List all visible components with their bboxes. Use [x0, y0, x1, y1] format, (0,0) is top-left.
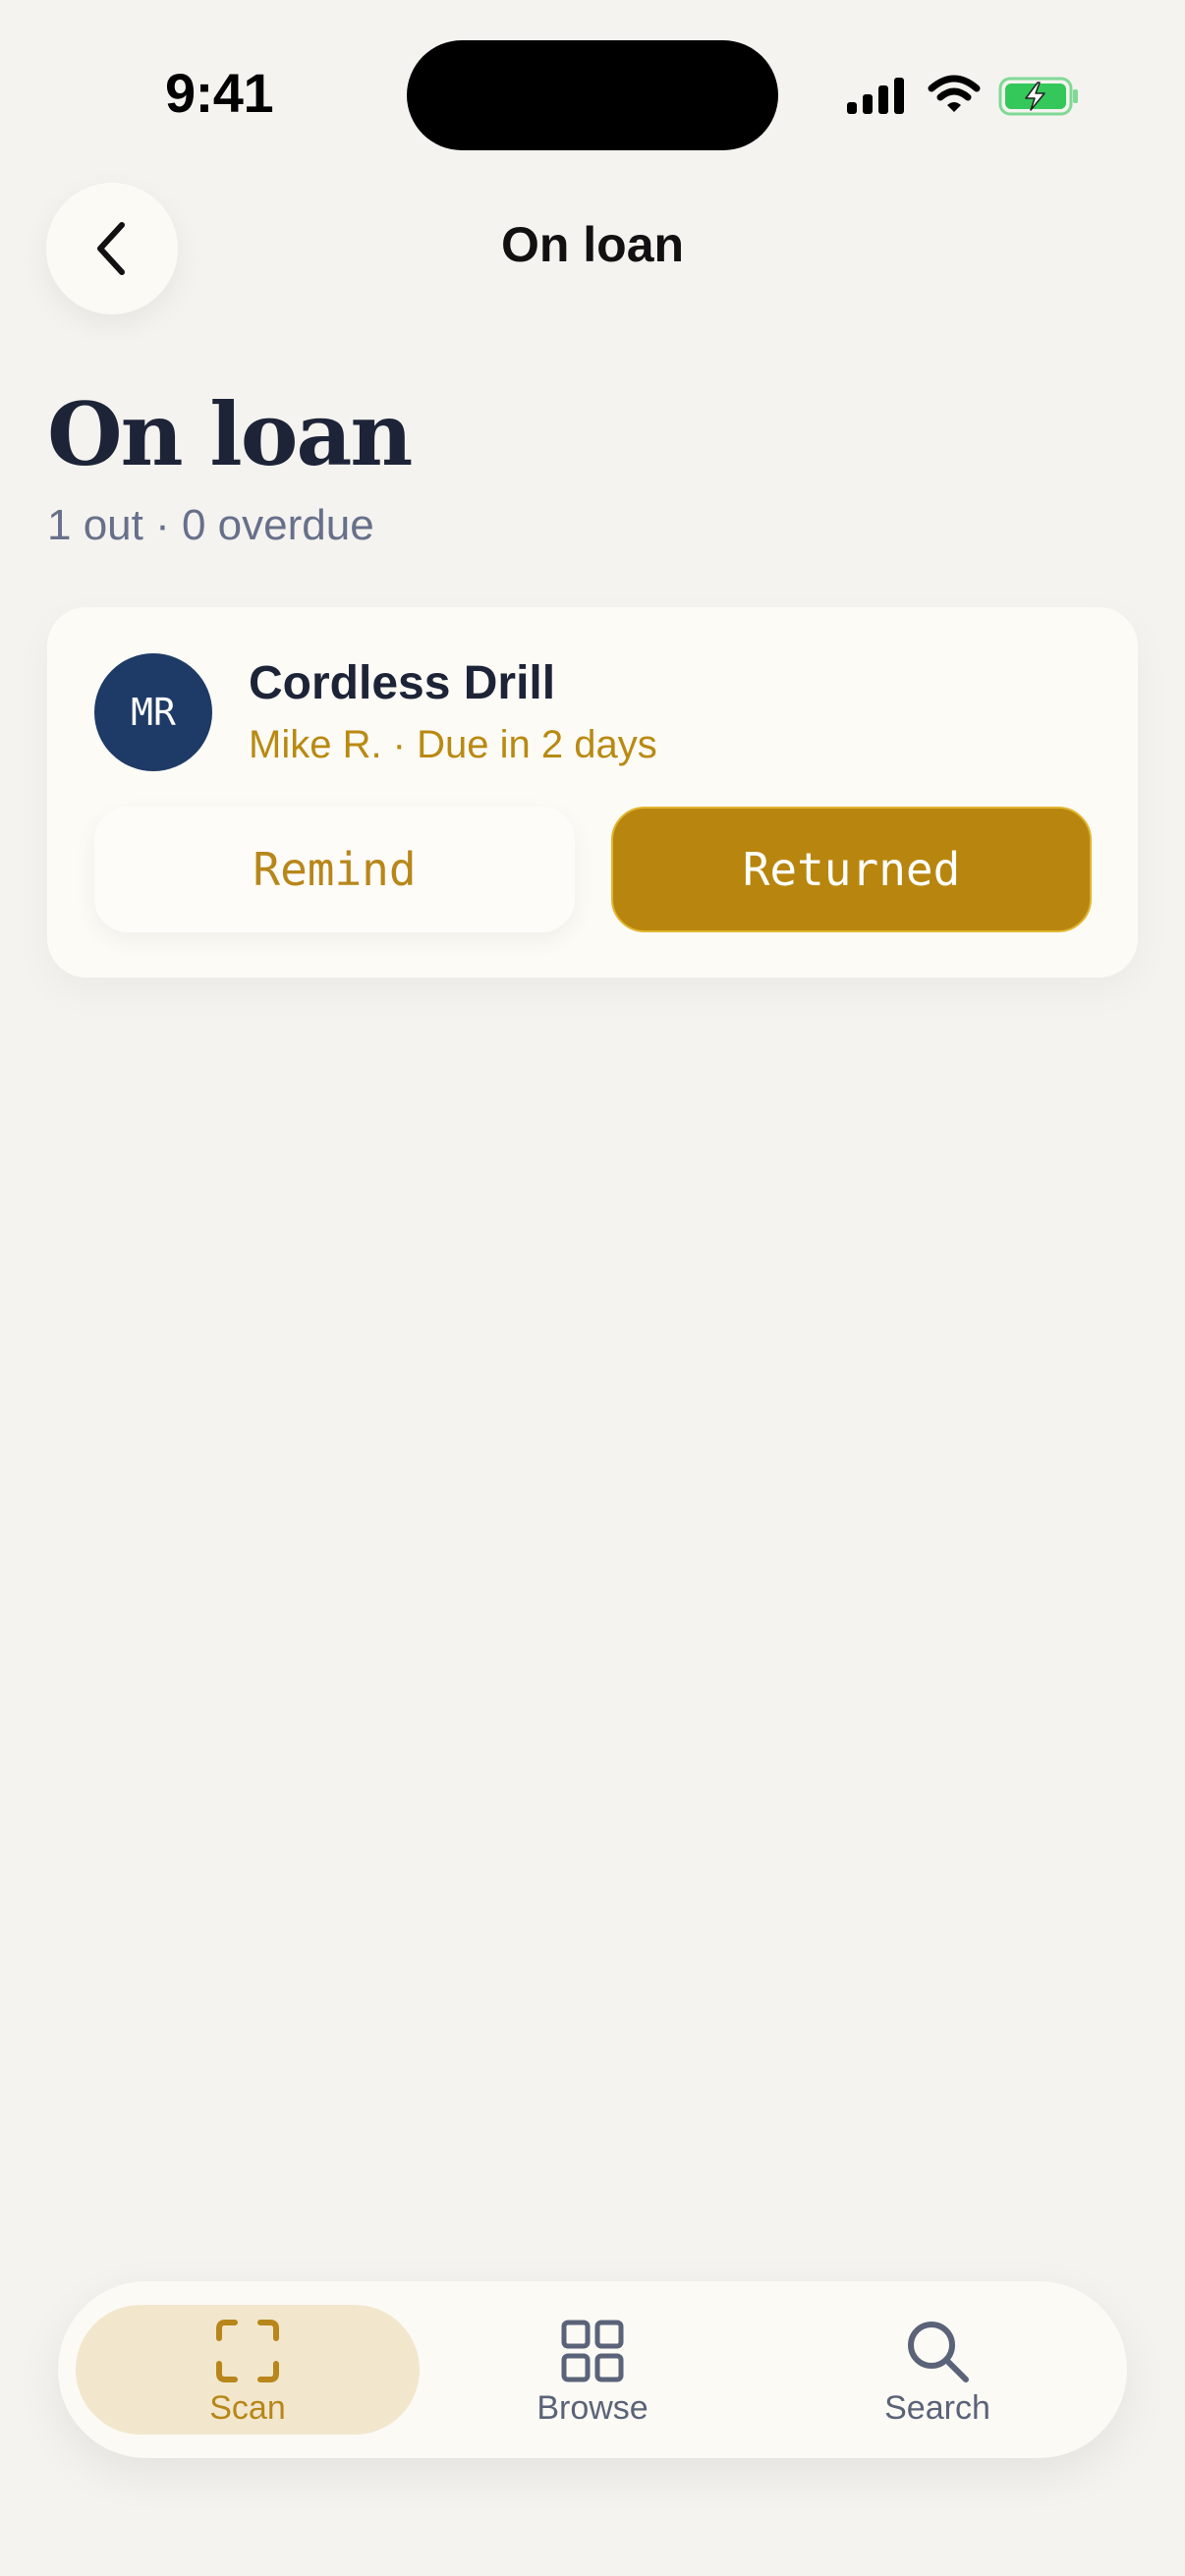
grid-icon — [561, 2320, 624, 2382]
loan-meta: Mike R. · Due in 2 days — [249, 723, 657, 766]
status-icons — [845, 71, 1081, 120]
nav-title: On loan — [500, 217, 685, 272]
tab-search[interactable]: Search — [765, 2305, 1109, 2435]
tab-bar: Scan Browse Search — [58, 2281, 1127, 2458]
remind-button[interactable]: Remind — [94, 807, 575, 932]
page-subtitle: 1 out · 0 overdue — [47, 501, 374, 549]
loan-card: MR Cordless Drill Mike R. · Due in 2 day… — [47, 607, 1138, 978]
tab-scan-label: Scan — [209, 2389, 286, 2427]
page-title: On loan — [47, 383, 413, 485]
wifi-icon — [928, 75, 981, 112]
status-time: 9:41 — [165, 62, 274, 124]
tab-browse[interactable]: Browse — [421, 2305, 764, 2435]
tab-scan[interactable]: Scan — [76, 2305, 420, 2435]
status-bar: 9:41 — [0, 0, 1185, 150]
avatar: MR — [94, 653, 212, 771]
scan-frame-icon — [216, 2320, 279, 2382]
returned-button[interactable]: Returned — [611, 807, 1092, 932]
item-name: Cordless Drill — [249, 657, 556, 709]
cellular-signal-icon — [847, 78, 904, 114]
battery-charging-icon — [998, 77, 1078, 116]
dynamic-island — [407, 40, 778, 150]
tab-browse-label: Browse — [536, 2389, 649, 2427]
tab-search-label: Search — [884, 2389, 990, 2427]
search-icon — [908, 2322, 969, 2382]
